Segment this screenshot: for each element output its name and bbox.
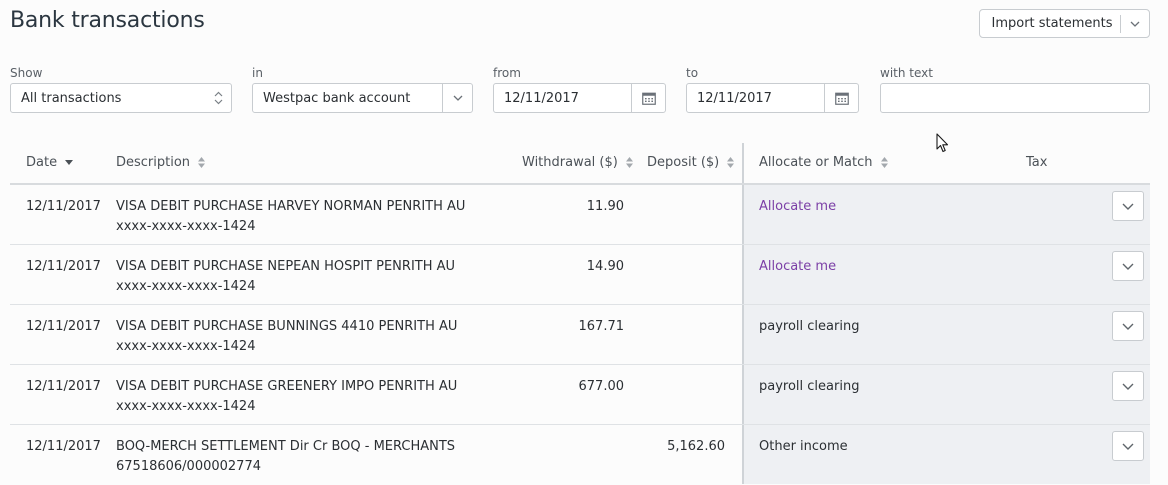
show-select-value: All transactions	[21, 90, 122, 106]
from-calendar-button[interactable]	[631, 84, 665, 112]
table-row[interactable]: 12/11/2017 VISA DEBIT PURCHASE HARVEY NO…	[10, 185, 1150, 245]
row-withdrawal: 14.90	[586, 259, 624, 274]
sort-icon	[880, 157, 888, 168]
row-description-line1: VISA DEBIT PURCHASE GREENERY IMPO PENRIT…	[116, 379, 458, 394]
deposit-header-label: Deposit ($)	[647, 155, 720, 170]
row-expand-button[interactable]	[1112, 251, 1144, 281]
row-allocation[interactable]: Other income	[759, 437, 848, 457]
to-label: to	[686, 66, 699, 80]
description-header-label: Description	[116, 155, 191, 170]
allocate-me-link[interactable]: Allocate me	[759, 257, 836, 277]
from-date-field[interactable]: 12/11/2017	[493, 83, 666, 113]
row-expand-button[interactable]	[1112, 311, 1144, 341]
row-withdrawal: 167.71	[578, 319, 625, 334]
with-text-label: with text	[880, 66, 933, 80]
date-header-label: Date	[26, 155, 58, 170]
table-header: Date Description Withdrawal ($) Deposit …	[10, 143, 1150, 185]
row-date: 12/11/2017	[26, 439, 101, 454]
allocate-header-label: Allocate or Match	[759, 155, 873, 170]
chevron-down-icon	[1122, 323, 1134, 330]
table-row[interactable]: 12/11/2017 VISA DEBIT PURCHASE GREENERY …	[10, 365, 1150, 425]
column-header-description[interactable]: Description	[116, 143, 206, 183]
chevron-down-icon	[1122, 443, 1134, 450]
row-expand-button[interactable]	[1112, 431, 1144, 461]
row-description-line2: xxxx-xxxx-xxxx-1424	[116, 339, 256, 354]
column-header-date[interactable]: Date	[26, 143, 74, 183]
with-text-input[interactable]	[880, 83, 1150, 113]
show-label: Show	[10, 66, 43, 80]
sort-descending-icon	[65, 160, 74, 165]
chevron-down-icon	[1122, 383, 1134, 390]
mouse-cursor-icon	[936, 133, 949, 153]
tax-header-label: Tax	[1026, 155, 1048, 170]
row-description-line2: xxxx-xxxx-xxxx-1424	[116, 399, 256, 414]
column-header-deposit[interactable]: Deposit ($)	[647, 143, 735, 183]
chevron-down-icon	[453, 95, 462, 101]
table-row[interactable]: 12/11/2017 VISA DEBIT PURCHASE NEPEAN HO…	[10, 245, 1150, 305]
row-deposit: 5,162.60	[667, 439, 725, 454]
show-select[interactable]: All transactions	[10, 83, 232, 113]
sort-icon	[198, 157, 206, 168]
import-statements-label: Import statements	[991, 16, 1113, 31]
chevron-down-icon	[1130, 21, 1140, 27]
row-description-line1: VISA DEBIT PURCHASE BUNNINGS 4410 PENRIT…	[116, 319, 458, 334]
chevron-down-icon	[1122, 203, 1134, 210]
row-allocation[interactable]: payroll clearing	[759, 377, 859, 397]
in-label: in	[252, 66, 263, 80]
row-date: 12/11/2017	[26, 259, 101, 274]
column-header-withdrawal[interactable]: Withdrawal ($)	[522, 143, 633, 183]
chevron-down-icon	[1122, 263, 1134, 270]
row-description-line1: VISA DEBIT PURCHASE HARVEY NORMAN PENRIT…	[116, 199, 466, 214]
row-description-line2: xxxx-xxxx-xxxx-1424	[116, 279, 256, 294]
updown-icon	[205, 91, 231, 105]
sort-icon	[727, 157, 735, 168]
row-withdrawal: 677.00	[578, 379, 625, 394]
column-header-tax: Tax	[1026, 143, 1047, 183]
row-description-line2: xxxx-xxxx-xxxx-1424	[116, 219, 256, 234]
to-date-field[interactable]: 12/11/2017	[686, 83, 859, 113]
row-description: VISA DEBIT PURCHASE NEPEAN HOSPIT PENRIT…	[116, 257, 455, 297]
withdrawal-header-label: Withdrawal ($)	[522, 155, 618, 170]
row-allocation[interactable]: payroll clearing	[759, 317, 859, 337]
from-date-value: 12/11/2017	[504, 90, 579, 106]
column-header-allocate[interactable]: Allocate or Match	[759, 143, 888, 183]
sort-icon	[625, 157, 633, 168]
to-date-value: 12/11/2017	[697, 90, 772, 106]
row-description: VISA DEBIT PURCHASE HARVEY NORMAN PENRIT…	[116, 197, 465, 237]
from-label: from	[493, 66, 521, 80]
import-options-toggle[interactable]	[1121, 21, 1149, 27]
account-dropdown-toggle[interactable]	[442, 84, 472, 112]
calendar-icon	[834, 92, 849, 105]
row-description: VISA DEBIT PURCHASE BUNNINGS 4410 PENRIT…	[116, 317, 457, 357]
table-row[interactable]: 12/11/2017 VISA DEBIT PURCHASE BUNNINGS …	[10, 305, 1150, 365]
row-date: 12/11/2017	[26, 319, 101, 334]
allocate-me-link[interactable]: Allocate me	[759, 197, 836, 217]
import-statements-button[interactable]: Import statements	[979, 9, 1150, 38]
row-description-line1: VISA DEBIT PURCHASE NEPEAN HOSPIT PENRIT…	[116, 259, 456, 274]
row-expand-button[interactable]	[1112, 191, 1144, 221]
row-date: 12/11/2017	[26, 199, 101, 214]
table-row[interactable]: 12/11/2017 BOQ-MERCH SETTLEMENT Dir Cr B…	[10, 425, 1150, 485]
row-date: 12/11/2017	[26, 379, 101, 394]
to-calendar-button[interactable]	[824, 84, 858, 112]
row-description-line2: 67518606/000002774	[116, 459, 261, 474]
row-withdrawal: 11.90	[586, 199, 624, 214]
row-description: BOQ-MERCH SETTLEMENT Dir Cr BOQ - MERCHA…	[116, 437, 455, 477]
row-expand-button[interactable]	[1112, 371, 1144, 401]
row-description: VISA DEBIT PURCHASE GREENERY IMPO PENRIT…	[116, 377, 457, 417]
page-title: Bank transactions	[10, 8, 205, 33]
calendar-icon	[641, 92, 656, 105]
account-select[interactable]: Westpac bank account	[252, 83, 473, 113]
row-description-line1: BOQ-MERCH SETTLEMENT Dir Cr BOQ - MERCHA…	[116, 439, 456, 454]
account-select-value: Westpac bank account	[263, 90, 411, 106]
